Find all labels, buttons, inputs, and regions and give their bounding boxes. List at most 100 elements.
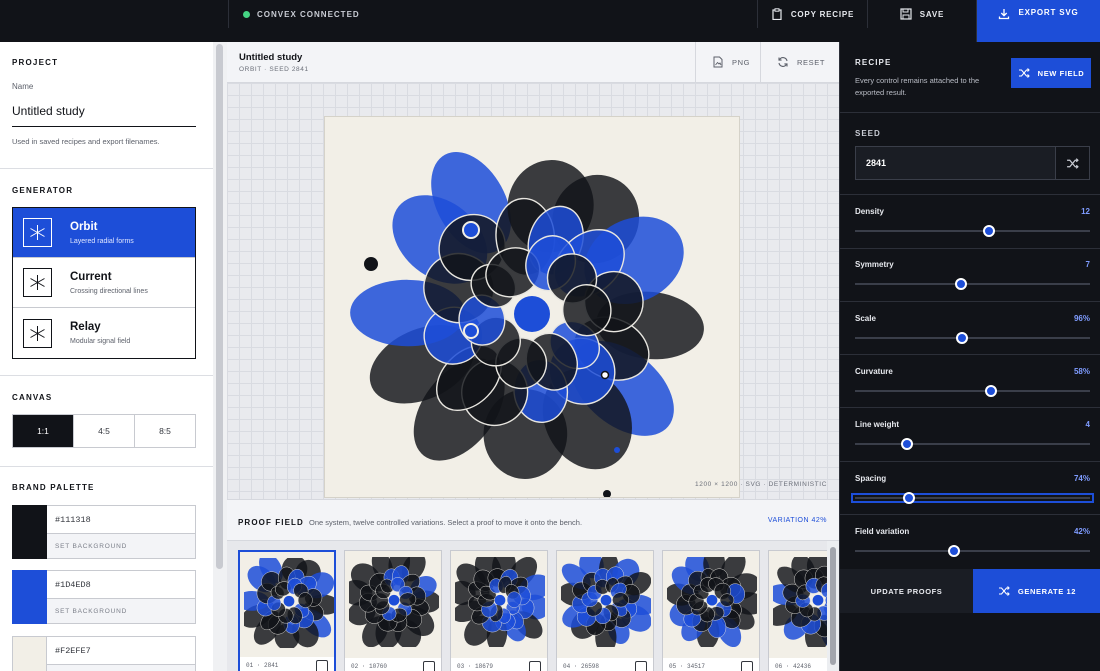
stage-subtitle: ORBIT · SEED 2841 (239, 66, 309, 73)
generate-button[interactable]: GENERATE 12 (973, 569, 1100, 613)
new-field-label: NEW FIELD (1037, 68, 1085, 78)
update-proofs-button[interactable]: UPDATE PROOFS (840, 569, 973, 613)
slider-track[interactable] (855, 443, 1090, 445)
ratio-4-5[interactable]: 4:5 (74, 415, 135, 447)
set-background-button[interactable]: SET BACKGROUND (47, 534, 195, 558)
line-weight-slider[interactable]: Line weight 4 (855, 420, 1090, 472)
status-dot-icon (243, 10, 250, 18)
png-button[interactable]: PNG (695, 42, 760, 82)
seed-input[interactable]: 2841 (856, 147, 1055, 179)
scroll-thumb[interactable] (830, 547, 836, 665)
proof-card[interactable]: 03 · 18679 (450, 550, 548, 671)
phone-icon[interactable] (316, 660, 328, 671)
divider (840, 354, 1100, 355)
proof-thumbnail (244, 558, 334, 648)
orbit-core (283, 595, 295, 607)
proof-field-title: PROOF FIELD (238, 518, 304, 527)
slider-track[interactable] (855, 283, 1090, 285)
curvature-slider[interactable]: Curvature 58% (855, 367, 1090, 419)
project-name-input[interactable]: Untitled study (12, 104, 196, 127)
new-field-button[interactable]: NEW FIELD (1011, 58, 1091, 88)
slider-track[interactable] (851, 493, 1094, 503)
slider-knob[interactable] (900, 438, 913, 450)
divider (840, 194, 1100, 195)
phone-icon[interactable] (635, 661, 647, 671)
scroll-thumb[interactable] (216, 44, 223, 569)
proof-thumbnail (561, 557, 651, 647)
palette-swatch-ink: #111318 SET BACKGROUND (12, 505, 196, 559)
left-scrollbar[interactable] (213, 42, 227, 671)
orbit-satellite (364, 257, 378, 271)
slider-knob[interactable] (903, 492, 916, 504)
slider-track[interactable] (855, 230, 1090, 232)
orbit-petal (719, 593, 735, 607)
slider-knob[interactable] (954, 278, 967, 290)
generator-current[interactable]: Current Crossing directional lines (13, 258, 195, 308)
ratio-1-1[interactable]: 1:1 (13, 415, 74, 447)
divider (840, 514, 1100, 515)
proof-thumbnail (773, 557, 827, 647)
proof-scrollbar[interactable] (827, 541, 839, 671)
artwork-canvas[interactable] (325, 117, 739, 497)
proof-card[interactable]: 06 · 42436 (768, 550, 827, 671)
proof-label: 02 · 10760 (351, 662, 388, 670)
save-button[interactable]: SAVE (867, 0, 976, 28)
color-chip[interactable] (12, 570, 47, 624)
left-panel: PROJECT Name Untitled study Used in save… (0, 42, 213, 671)
generator-relay[interactable]: Relay Modular signal field (13, 308, 195, 358)
slider-value: 74% (1073, 474, 1090, 483)
proof-card[interactable]: 02 · 10760 (344, 550, 442, 671)
phone-icon[interactable] (741, 661, 753, 671)
proof-card[interactable]: 05 · 34517 (662, 550, 760, 671)
spacing-slider[interactable]: Spacing 74% (851, 474, 1094, 526)
set-background-button[interactable]: SET BACKGROUND (47, 599, 195, 623)
proof-thumbnail (349, 557, 439, 647)
scale-slider[interactable]: Scale 96% (855, 314, 1090, 366)
proof-card[interactable]: 04 · 26598 (556, 550, 654, 671)
recipe-desc: Every control remains attached to the ex… (855, 76, 980, 97)
slider-track[interactable] (855, 390, 1090, 392)
randomize-seed-button[interactable] (1055, 147, 1089, 179)
phone-icon[interactable] (529, 661, 541, 671)
orbit-core (706, 594, 718, 606)
recipe-actions: UPDATE PROOFS GENERATE 12 (840, 569, 1100, 613)
proof-thumbnail (667, 557, 757, 647)
color-hex[interactable]: #F2EFE7 (47, 637, 195, 665)
slider-knob[interactable] (947, 545, 960, 557)
reset-button[interactable]: RESET (760, 42, 839, 82)
slider-knob[interactable] (985, 385, 998, 397)
slider-value: 42% (1073, 527, 1090, 536)
slider-value: 96% (1073, 314, 1090, 323)
proof-field-header: PROOF FIELD One system, twelve controlle… (227, 499, 839, 541)
proof-label: 03 · 18679 (457, 662, 494, 670)
symmetry-slider[interactable]: Symmetry 7 (855, 260, 1090, 312)
palette-title: BRAND PALETTE (12, 483, 95, 492)
orbit-node (462, 221, 480, 239)
copy-recipe-label: COPY RECIPE (790, 9, 855, 19)
proof-card[interactable]: 01 · 2841 (238, 550, 336, 671)
color-chip[interactable] (12, 505, 47, 559)
phone-icon[interactable] (423, 661, 435, 671)
image-file-icon (713, 56, 723, 68)
palette-swatch-paper: #F2EFE7SET BACKGROUND (12, 636, 196, 671)
asterisk-icon (23, 218, 52, 247)
color-chip[interactable] (12, 636, 47, 671)
asterisk-icon (23, 318, 52, 348)
export-svg-button[interactable]: EXPORT SVG (976, 0, 1100, 42)
canvas-title: CANVAS (12, 393, 53, 402)
slider-knob[interactable] (955, 332, 968, 344)
set-background-button[interactable]: SET BACKGROUND (47, 665, 195, 671)
proof-label: 05 · 34517 (669, 662, 706, 670)
slider-track[interactable] (855, 337, 1090, 339)
divider (0, 375, 213, 376)
slider-knob[interactable] (982, 225, 995, 237)
project-section: PROJECT Name Untitled study Used in save… (12, 58, 196, 146)
color-hex[interactable]: #1D4ED8 (47, 571, 195, 599)
generator-orbit[interactable]: Orbit Layered radial forms (13, 208, 195, 258)
copy-recipe-button[interactable]: COPY RECIPE (757, 0, 867, 28)
slider-track[interactable] (855, 550, 1090, 552)
orbit-core (388, 594, 400, 606)
ratio-8-5[interactable]: 8:5 (135, 415, 195, 447)
color-hex[interactable]: #111318 (47, 506, 195, 534)
density-slider[interactable]: Density 12 (855, 207, 1090, 259)
